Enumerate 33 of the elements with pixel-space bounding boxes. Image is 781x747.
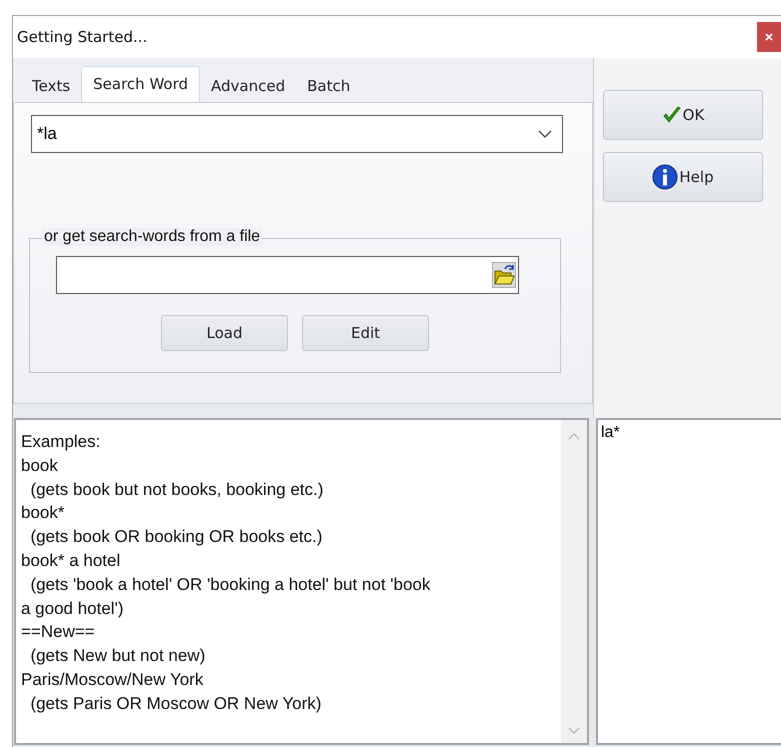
chevron-down-icon [538,130,552,138]
close-icon [765,33,773,41]
window-title: Getting Started... [17,28,148,46]
text-line: (gets 'book a hotel' OR 'booking a hotel' but not 'book [29,574,430,596]
tab[interactable]: Batch [296,70,362,102]
text-line: (gets New but not new) [29,645,206,668]
text-line: (gets book OR booking OR books etc.) [29,526,324,548]
close-button[interactable] [757,22,781,52]
text-line: book* [21,502,66,524]
ok-button[interactable]: OK [603,90,763,140]
folder-icon[interactable] [492,262,516,288]
file-path-field[interactable] [56,256,519,294]
text-line: a good hotel') [21,598,124,620]
text-line: (gets book but not books, booking etc.) [29,478,324,501]
tab[interactable]: Search Word [81,66,200,102]
text-line: (gets Paris OR Moscow OR New York) [29,692,322,715]
file-button[interactable]: Edit [302,315,429,351]
info-icon [652,164,678,190]
tab[interactable]: Texts [21,70,82,102]
checkmark-icon [662,105,682,125]
tab[interactable]: Advanced [200,70,296,102]
text-line: Examples: [21,431,102,453]
text-line: ==New== [21,621,96,644]
examples-text-area[interactable] [14,418,589,745]
word-list-text-area[interactable]: la* [596,418,781,745]
search-word-combo[interactable]: *la [31,115,563,153]
text-line: book* a hotel [21,550,122,572]
file-button[interactable]: Load [161,315,288,351]
help-button[interactable]: Help [603,152,763,202]
group-legend: or get search-words from a file [42,228,262,246]
text-line: Paris/Moscow/New York [21,668,204,691]
text-line: book [21,454,59,477]
list-item[interactable]: la* [601,424,620,442]
